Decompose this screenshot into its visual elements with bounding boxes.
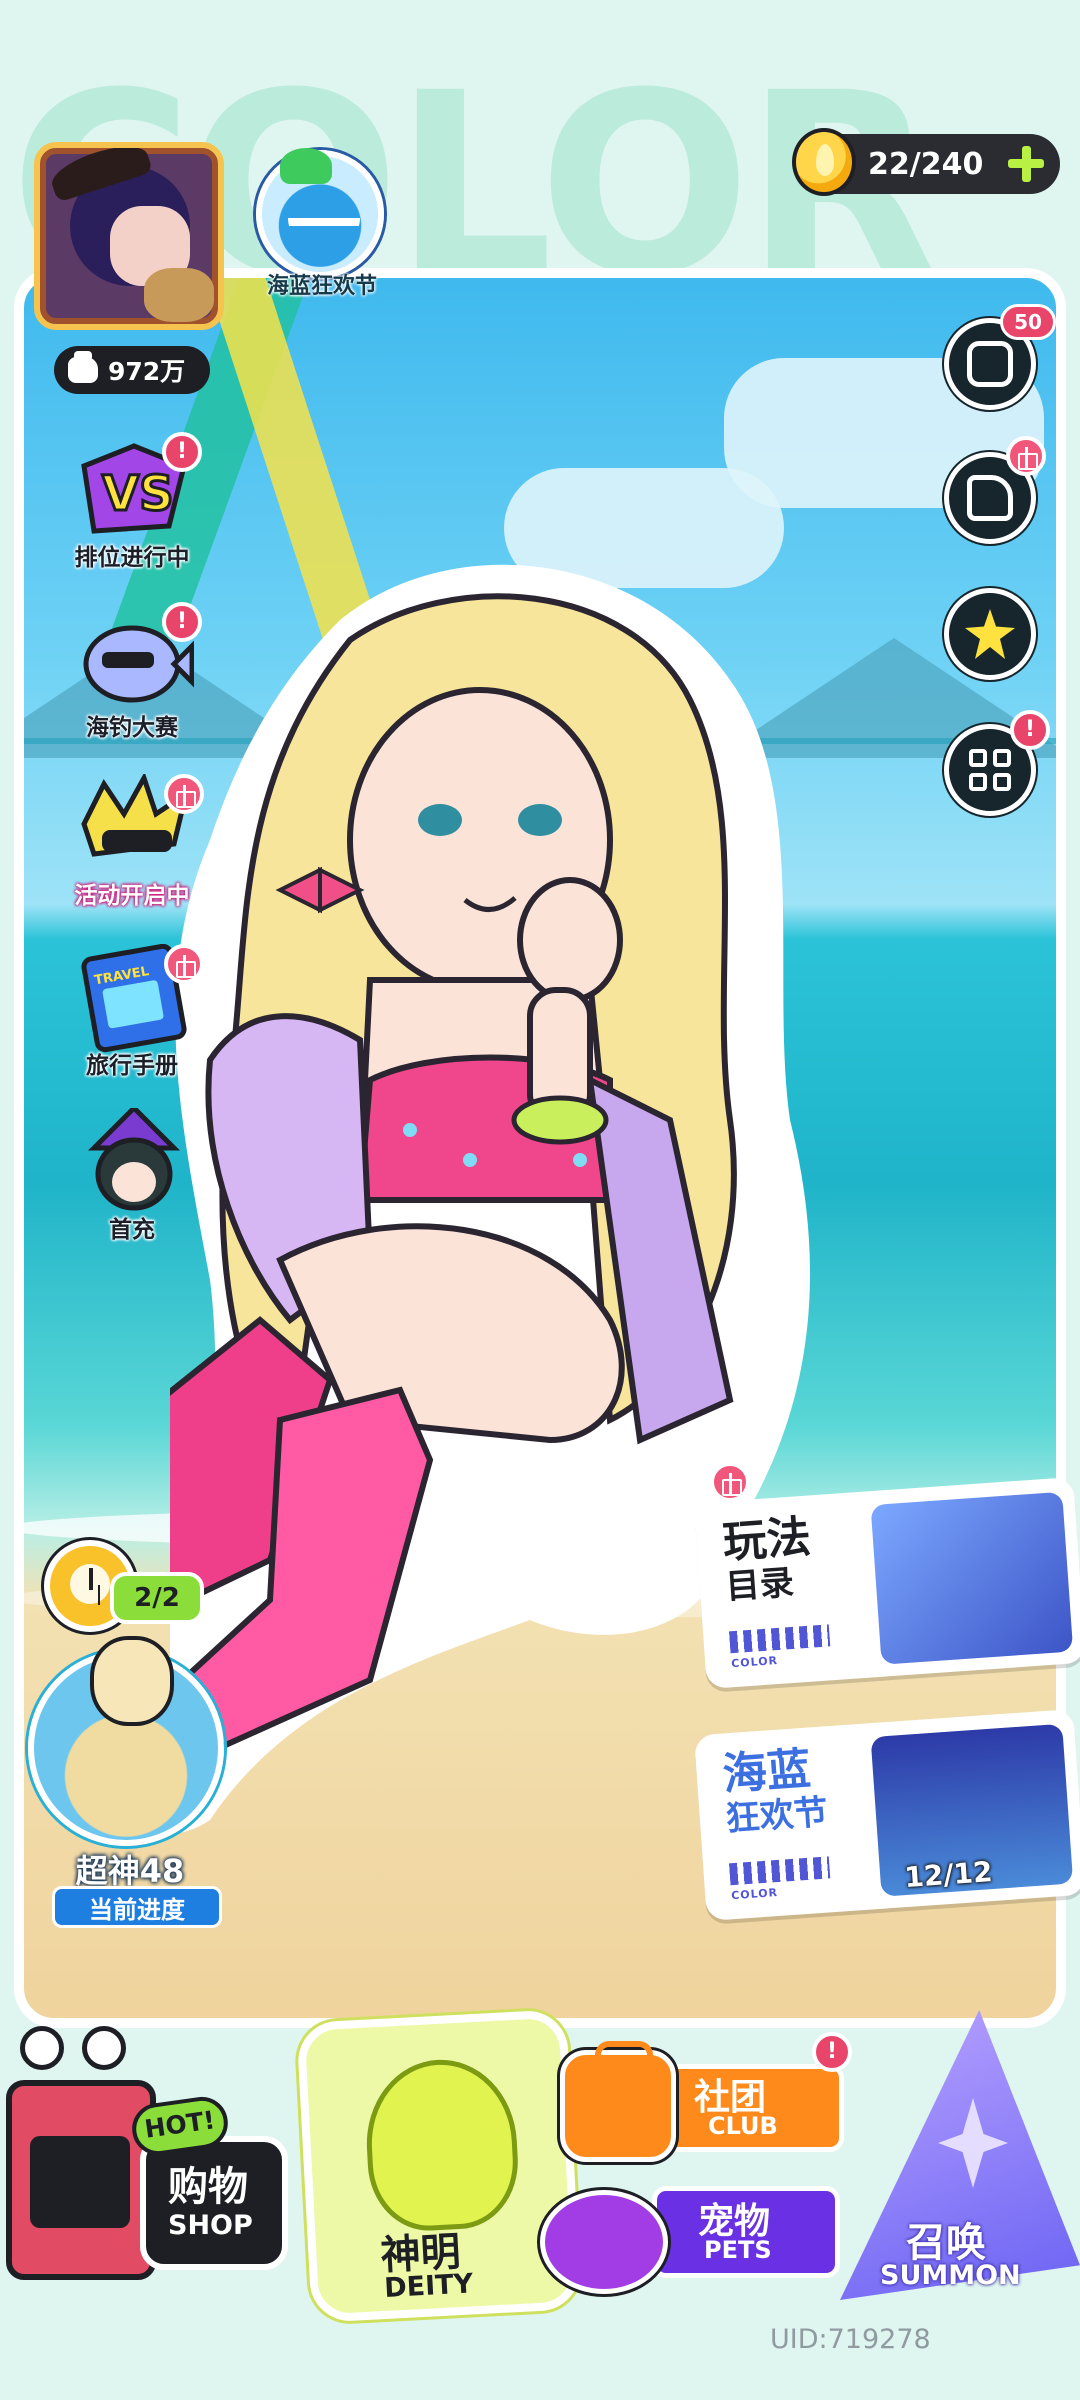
vending-machine-icon — [6, 2080, 156, 2280]
ocean-card-counter: 12/12 — [903, 1855, 994, 1895]
palm-icon — [280, 148, 332, 184]
ocean-festival-button[interactable] — [256, 148, 384, 278]
modes-card-image — [870, 1491, 1074, 1665]
first-recharge-label: 首充 — [109, 1217, 155, 1243]
mail-icon — [967, 341, 1013, 387]
briefcase-icon — [560, 2041, 676, 2162]
events-open-button[interactable]: 活动开启中 — [52, 774, 212, 924]
fishing-contest-button[interactable]: ! 海钓大赛 — [52, 602, 212, 756]
season-progress-subtitle: 当前进度 — [52, 1886, 222, 1928]
shop-label-zh: 购物 — [168, 2164, 248, 2210]
checklist-icon — [967, 475, 1013, 521]
pets-label-en: PETS — [704, 2236, 772, 2264]
alert-badge: ! — [162, 602, 202, 642]
deity-label-en: DEITY — [383, 2268, 474, 2305]
combat-power-value: 972万 — [108, 357, 186, 386]
energy-value: 22/240 — [868, 146, 984, 182]
clock-count: 2/2 — [110, 1572, 204, 1624]
barcode-decoration — [728, 1856, 831, 1886]
wave-icon — [288, 218, 360, 248]
player-avatar[interactable] — [34, 142, 224, 330]
club-button[interactable]: 社团 CLUB — [560, 2041, 850, 2162]
first-recharge-button[interactable]: 首充 — [52, 1108, 212, 1258]
achievement-button[interactable] — [944, 588, 1036, 680]
alert-badge: ! — [162, 432, 202, 472]
svg-text:VS: VS — [102, 466, 174, 522]
gift-badge-icon — [1006, 436, 1046, 476]
menu-alert-badge: ! — [1010, 710, 1050, 750]
club-label-en: CLUB — [708, 2112, 778, 2140]
summon-button[interactable]: 召唤 SUMMON — [840, 2010, 1080, 2310]
wizard-icon — [87, 1108, 181, 1211]
modes-title-line2: 目录 — [724, 1562, 796, 1608]
ocean-festival-card[interactable]: 海蓝 狂欢节 COLOR 12/12 — [693, 1708, 1080, 1922]
modes-catalog-card[interactable]: 玩法 目录 COLOR — [693, 1476, 1080, 1690]
deity-button[interactable]: 神明 DEITY — [296, 2009, 582, 2323]
pet-fish-icon — [540, 2190, 668, 2294]
shop-label-en: SHOP — [168, 2210, 253, 2241]
events-open-label: 活动开启中 — [74, 883, 190, 909]
travel-handbook-button[interactable]: TRAVEL 旅行手册 — [52, 944, 212, 1094]
player-uid: UID:719278 — [770, 2324, 931, 2355]
energy-coin-icon — [792, 128, 856, 196]
barcode-decoration — [728, 1624, 831, 1654]
travel-handbook-label: 旅行手册 — [86, 1053, 178, 1079]
add-energy-button[interactable] — [1006, 144, 1046, 184]
gift-badge-icon — [164, 774, 204, 814]
gift-badge-icon — [164, 944, 204, 984]
card-brand: COLOR — [730, 1886, 779, 1903]
gift-badge-icon — [710, 1462, 750, 1502]
fist-icon — [68, 351, 98, 383]
star-icon — [965, 609, 1015, 659]
pets-button[interactable]: 宠物 PETS — [540, 2178, 840, 2296]
progress-avatar-icon — [90, 1636, 174, 1726]
shop-button[interactable]: HOT! 购物 SHOP — [0, 2020, 300, 2290]
ocean-title-line2: 狂欢节 — [724, 1792, 830, 1840]
summon-label-en: SUMMON — [880, 2260, 1021, 2291]
combat-power: 972万 — [54, 346, 210, 394]
energy-currency: 22/240 — [792, 128, 1060, 196]
deity-icon — [362, 2056, 522, 2234]
card-brand: COLOR — [730, 1654, 779, 1671]
fishing-contest-label: 海钓大赛 — [86, 715, 178, 741]
ranked-match-button[interactable]: VS ! 排位进行中 — [52, 432, 212, 586]
grid-menu-icon — [969, 749, 1013, 793]
mail-count-badge: 50 — [1000, 304, 1056, 340]
ocean-festival-label: 海蓝狂欢节 — [266, 274, 377, 299]
ranked-match-label: 排位进行中 — [74, 545, 190, 571]
season-progress-button[interactable] — [28, 1636, 224, 1846]
